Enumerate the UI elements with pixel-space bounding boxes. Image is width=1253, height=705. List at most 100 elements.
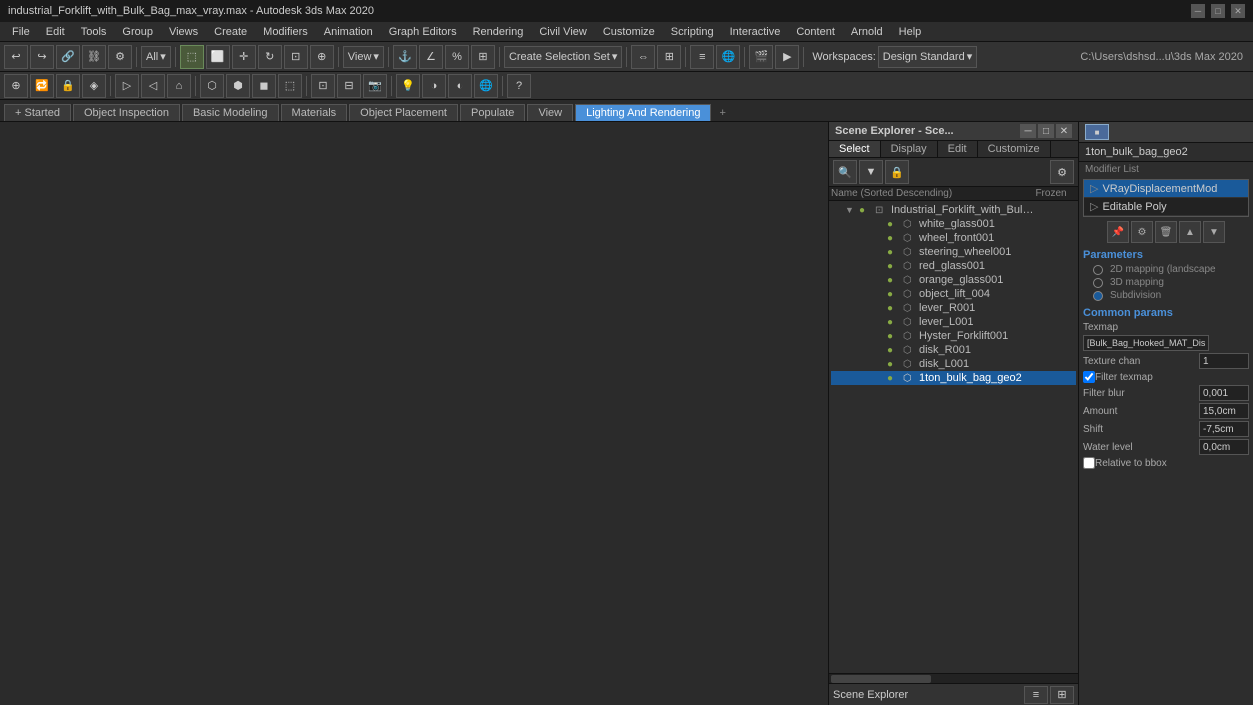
layer-manager[interactable]: ≡ xyxy=(690,45,714,69)
select-move-button[interactable]: ✛ xyxy=(232,45,256,69)
tab-populate[interactable]: Populate xyxy=(460,104,525,121)
tb2-help[interactable]: ? xyxy=(507,74,531,98)
mod-down-btn[interactable]: ▼ xyxy=(1203,221,1225,243)
se-item-disk-l[interactable]: ● ⬡ disk_L001 xyxy=(831,357,1076,371)
view-dropdown[interactable]: View▾ xyxy=(343,46,384,68)
tab-view[interactable]: View xyxy=(527,104,573,121)
menu-graph-editors[interactable]: Graph Editors xyxy=(381,25,465,39)
se-tab-customize[interactable]: Customize xyxy=(978,141,1051,157)
se-scrollbar[interactable] xyxy=(829,673,1078,683)
se-settings-btn[interactable]: ⚙ xyxy=(1050,160,1074,184)
tab-object-inspection[interactable]: Object Inspection xyxy=(73,104,180,121)
mod-pin-btn[interactable]: 📌 xyxy=(1107,221,1129,243)
filter-texmap-checkbox[interactable] xyxy=(1083,371,1095,383)
mod-delete-btn[interactable]: 🗑 xyxy=(1155,221,1177,243)
maximize-button[interactable]: □ xyxy=(1211,4,1225,18)
tb2-cam[interactable]: 📷 xyxy=(363,74,387,98)
mod-config-btn[interactable]: ⚙ xyxy=(1131,221,1153,243)
redo-button[interactable]: ↪ xyxy=(30,45,54,69)
snap-toggle[interactable]: ⚓ xyxy=(393,45,417,69)
undo-button[interactable]: ↩ xyxy=(4,45,28,69)
se-item-disk-r[interactable]: ● ⬡ disk_R001 xyxy=(831,343,1076,357)
tb2-persp[interactable]: ⊟ xyxy=(337,74,361,98)
se-tab-edit[interactable]: Edit xyxy=(938,141,978,157)
tb2-wire[interactable]: ⬡ xyxy=(200,74,224,98)
se-item-lever-l[interactable]: ● ⬡ lever_L001 xyxy=(831,315,1076,329)
unlink-button[interactable]: ⛓ xyxy=(82,45,106,69)
relative-bbox-checkbox[interactable] xyxy=(1083,457,1095,469)
se-tab-display[interactable]: Display xyxy=(881,141,938,157)
menu-arnold[interactable]: Arnold xyxy=(843,25,891,39)
filter-dropdown[interactable]: All▾ xyxy=(141,46,171,68)
tab-lighting-rendering[interactable]: Lighting And Rendering xyxy=(575,104,711,121)
se-item-hyster[interactable]: ● ⬡ Hyster_Forklift001 xyxy=(831,329,1076,343)
tb2-arrow[interactable]: ▷ xyxy=(115,74,139,98)
se-filter-btn[interactable]: 🔍 xyxy=(833,160,857,184)
tab-started[interactable]: + Started xyxy=(4,104,71,121)
mod-up-btn[interactable]: ▲ xyxy=(1179,221,1201,243)
tb2-obj[interactable]: ◈ xyxy=(82,74,106,98)
select-region-button[interactable]: ⬜ xyxy=(206,45,230,69)
menu-create[interactable]: Create xyxy=(206,25,255,39)
menu-edit[interactable]: Edit xyxy=(38,25,73,39)
se-lock-btn[interactable]: 🔒 xyxy=(885,160,909,184)
se-minimize[interactable]: ─ xyxy=(1020,124,1036,138)
tb2-shaded[interactable]: ◼ xyxy=(252,74,276,98)
tb2-ref[interactable]: 🔁 xyxy=(30,74,54,98)
scene-explorer-btn[interactable]: 🌐 xyxy=(716,45,740,69)
amount-val[interactable]: 15,0cm xyxy=(1199,403,1249,419)
menu-customize[interactable]: Customize xyxy=(595,25,663,39)
se-item-red-glass[interactable]: ● ⬡ red_glass001 xyxy=(831,259,1076,273)
render-frame[interactable]: ▶ xyxy=(775,45,799,69)
select-button[interactable]: ⬚ xyxy=(180,45,204,69)
mod-color-btn[interactable]: ■ xyxy=(1085,124,1109,140)
se-maximize[interactable]: □ xyxy=(1038,124,1054,138)
tab-object-placement[interactable]: Object Placement xyxy=(349,104,458,121)
menu-content[interactable]: Content xyxy=(788,25,843,39)
pct-snap[interactable]: % xyxy=(445,45,469,69)
se-item-white-glass[interactable]: ● ⬡ white_glass001 xyxy=(831,217,1076,231)
menu-animation[interactable]: Animation xyxy=(316,25,381,39)
menu-civil-view[interactable]: Civil View xyxy=(531,25,594,39)
render-setup[interactable]: 🎬 xyxy=(749,45,773,69)
texmap-value[interactable]: [Bulk_Bag_Hooked_MAT_Dis xyxy=(1083,335,1209,351)
tb2-arrow2[interactable]: ◁ xyxy=(141,74,165,98)
tb2-shadow[interactable]: ◑ xyxy=(422,74,446,98)
tb2-home[interactable]: ⌂ xyxy=(167,74,191,98)
se-item-orange-glass[interactable]: ● ⬡ orange_glass001 xyxy=(831,273,1076,287)
workspace-dropdown[interactable]: Design Standard▾ xyxy=(878,46,977,68)
menu-scripting[interactable]: Scripting xyxy=(663,25,722,39)
se-item-lever-r[interactable]: ● ⬡ lever_R001 xyxy=(831,301,1076,315)
texture-chan-val[interactable]: 1 xyxy=(1199,353,1249,369)
se-item-forklift-group[interactable]: ▼ ● ⊡ Industrial_Forklift_with_Bulk_Bag xyxy=(831,203,1076,217)
se-footer-btn1[interactable]: ≡ xyxy=(1024,686,1048,704)
menu-help[interactable]: Help xyxy=(891,25,930,39)
mod-item-vray[interactable]: ▷ VRayDisplacementMod xyxy=(1084,180,1248,198)
bind-button[interactable]: ⚙ xyxy=(108,45,132,69)
tb2-edges[interactable]: ⬚ xyxy=(278,74,302,98)
angle-snap[interactable]: ∠ xyxy=(419,45,443,69)
tb2-lighting[interactable]: 💡 xyxy=(396,74,420,98)
tab-basic-modeling[interactable]: Basic Modeling xyxy=(182,104,279,121)
minimize-button[interactable]: ─ xyxy=(1191,4,1205,18)
tb2-snap[interactable]: ⊕ xyxy=(4,74,28,98)
tb2-ao[interactable]: ◐ xyxy=(448,74,472,98)
mod-item-epoly[interactable]: ▷ Editable Poly xyxy=(1084,198,1248,216)
tab-add-button[interactable]: + xyxy=(713,105,731,121)
link-button[interactable]: 🔗 xyxy=(56,45,80,69)
se-close[interactable]: ✕ xyxy=(1056,124,1072,138)
filter-blur-val[interactable]: 0,001 xyxy=(1199,385,1249,401)
close-button[interactable]: ✕ xyxy=(1231,4,1245,18)
scale-button[interactable]: ⊡ xyxy=(284,45,308,69)
se-item-bulk-bag[interactable]: ● ⬡ 1ton_bulk_bag_geo2 xyxy=(831,371,1076,385)
shift-val[interactable]: -7,5cm xyxy=(1199,421,1249,437)
water-level-val[interactable]: 0,0cm xyxy=(1199,439,1249,455)
menu-modifiers[interactable]: Modifiers xyxy=(255,25,316,39)
se-tab-select[interactable]: Select xyxy=(829,141,881,157)
se-item-object-lift[interactable]: ● ⬡ object_lift_004 xyxy=(831,287,1076,301)
se-item-steering[interactable]: ● ⬡ steering_wheel001 xyxy=(831,245,1076,259)
menu-group[interactable]: Group xyxy=(114,25,161,39)
tab-materials[interactable]: Materials xyxy=(281,104,348,121)
spinner-snap[interactable]: ⊞ xyxy=(471,45,495,69)
align-button[interactable]: ⊞ xyxy=(657,45,681,69)
